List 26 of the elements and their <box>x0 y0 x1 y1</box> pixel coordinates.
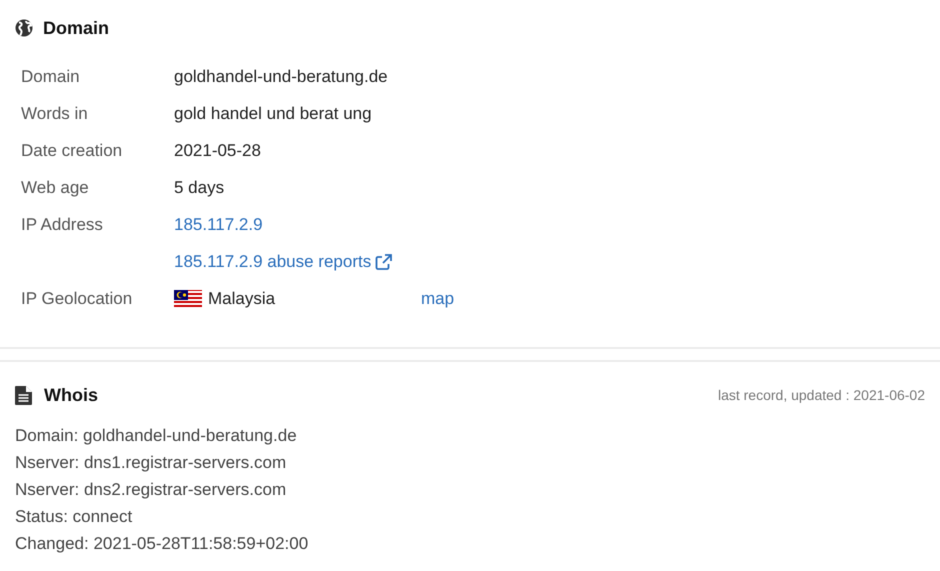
globe-icon <box>15 19 33 37</box>
map-link[interactable]: map <box>421 288 454 308</box>
section-title: Domain <box>43 18 110 38</box>
field-value: gold handel und berat ung <box>174 104 372 124</box>
updated-note: last record, updated : 2021-06-02 <box>718 387 925 403</box>
ip-link[interactable]: 185.117.2.9 <box>174 214 263 234</box>
field-label: Domain <box>21 66 81 86</box>
external-link-icon <box>375 254 392 270</box>
field-label: Date creation <box>21 140 124 160</box>
section-title: Whois <box>44 384 98 406</box>
whois-line: Nserver: dns2.registrar-servers.com <box>15 479 288 501</box>
document-icon <box>15 386 32 404</box>
field-label: IP Geolocation <box>21 288 134 308</box>
field-value: 5 days <box>174 178 224 198</box>
whois-line: Nserver: dns1.registrar-servers.com <box>15 452 288 474</box>
field-value: goldhandel-und-beratung.de <box>174 66 388 86</box>
field-label: Words in <box>21 104 89 124</box>
flag-icon <box>174 290 202 308</box>
whois-line: Changed: 2021-05-28T11:58:59+02:00 <box>15 533 310 555</box>
field-label: Web age <box>21 178 90 198</box>
abuse-reports-link[interactable]: 185.117.2.9 abuse reports <box>174 252 372 272</box>
country-name: Malaysia <box>208 288 276 308</box>
field-label: IP Address <box>21 214 104 234</box>
field-value: 2021-05-28 <box>174 140 261 160</box>
whois-line: Domain: goldhandel-und-beratung.de <box>15 425 298 447</box>
whois-line: Status: connect <box>15 506 134 528</box>
